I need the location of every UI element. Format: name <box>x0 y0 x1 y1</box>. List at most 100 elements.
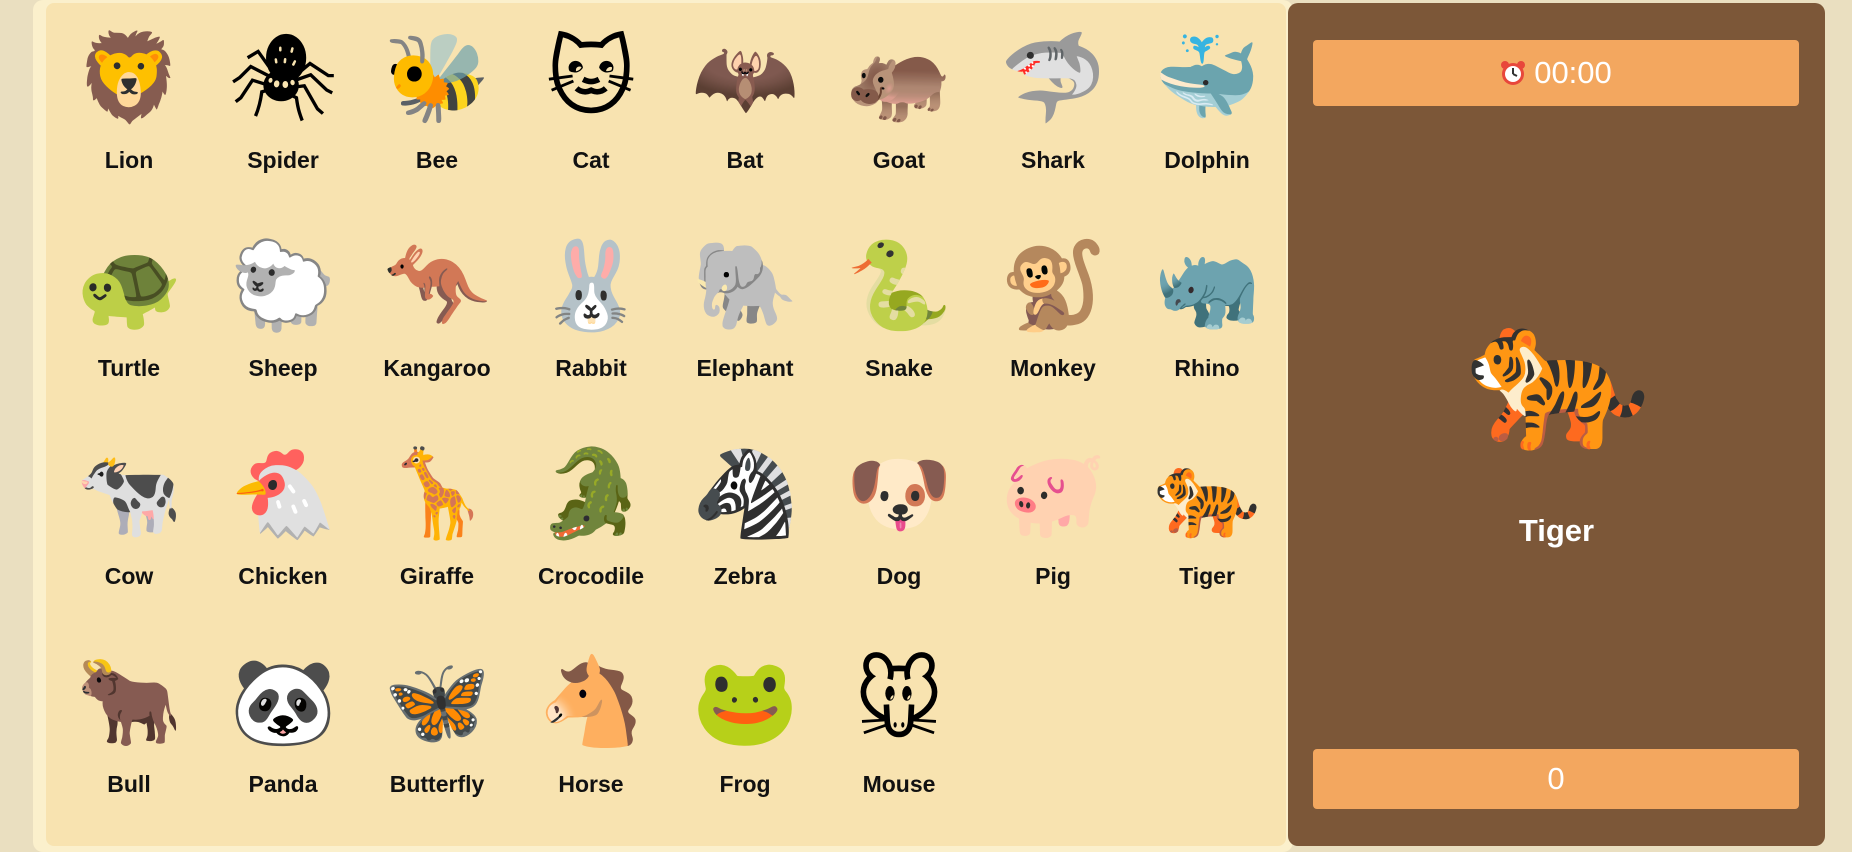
spider-icon: 🕷 <box>228 28 338 128</box>
animal-card-bat[interactable]: 🦇 Bat <box>670 5 820 195</box>
animal-card-shark[interactable]: 🦈 Shark <box>978 5 1128 195</box>
animal-label: Zebra <box>713 563 777 589</box>
animal-label: Turtle <box>97 355 161 381</box>
animal-card-tiger[interactable]: 🐅 Tiger <box>1132 421 1282 611</box>
animal-image: 🐑 <box>228 231 338 341</box>
animal-card-sheep[interactable]: 🐑 Sheep <box>208 213 358 403</box>
animal-label: Rabbit <box>555 355 627 381</box>
animal-card-crocodile[interactable]: 🐊 Crocodile <box>516 421 666 611</box>
animal-label: Butterfly <box>389 771 485 797</box>
animal-card-monkey[interactable]: 🐒 Monkey <box>978 213 1128 403</box>
animal-card-bull[interactable]: 🐂 Bull <box>54 629 204 819</box>
animal-image: 🐔 <box>228 439 338 549</box>
panda-icon: 🐼 <box>229 652 337 752</box>
animal-label: Horse <box>558 771 624 797</box>
animal-card-panda[interactable]: 🐼 Panda <box>208 629 358 819</box>
animal-card-lion[interactable]: 🦁 Lion <box>54 5 204 195</box>
animal-image: 🐶 <box>844 439 954 549</box>
animal-card-snake[interactable]: 🐍 Snake <box>824 213 974 403</box>
dog-icon: 🐶 <box>845 444 953 544</box>
animal-label: Cow <box>104 563 154 589</box>
animal-card-cow[interactable]: 🐄 Cow <box>54 421 204 611</box>
mouse-icon: 🐭 <box>854 652 944 752</box>
animal-card-mouse[interactable]: 🐭 Mouse <box>824 629 974 819</box>
animal-label: Snake <box>865 355 933 381</box>
side-panel: 00:00 🐅 Tiger 0 <box>1288 3 1825 846</box>
animal-label: Dog <box>876 563 922 589</box>
animal-image: 🦇 <box>690 23 800 133</box>
animal-image: 🐂 <box>74 647 184 757</box>
animal-label: Panda <box>248 771 318 797</box>
animal-card-zebra[interactable]: 🦓 Zebra <box>670 421 820 611</box>
animal-card-cat[interactable]: 🐱 Cat <box>516 5 666 195</box>
animal-card-frog[interactable]: 🐸 Frog <box>670 629 820 819</box>
animal-image: 🐅 <box>1152 439 1262 549</box>
animal-card-rabbit[interactable]: 🐰 Rabbit <box>516 213 666 403</box>
animal-card-bee[interactable]: 🐝 Bee <box>362 5 512 195</box>
animal-label: Monkey <box>1010 355 1096 381</box>
animal-card-chicken[interactable]: 🐔 Chicken <box>208 421 358 611</box>
kangaroo-icon: 🦘 <box>383 236 491 336</box>
animal-card-goat[interactable]: 🦛 Goat <box>824 5 974 195</box>
animal-label: Crocodile <box>537 563 645 589</box>
bat-icon: 🦇 <box>691 28 799 128</box>
animal-image: 🦁 <box>74 23 184 133</box>
pig-icon: 🐖 <box>999 444 1107 544</box>
animal-label: Lion <box>104 147 154 173</box>
shark-icon: 🦈 <box>999 28 1107 128</box>
animal-label: Bat <box>726 147 764 173</box>
rabbit-icon: 🐰 <box>537 236 645 336</box>
animal-card-giraffe[interactable]: 🦒 Giraffe <box>362 421 512 611</box>
chicken-icon: 🐔 <box>229 444 337 544</box>
animal-card-turtle[interactable]: 🐢 Turtle <box>54 213 204 403</box>
animal-card-dolphin[interactable]: 🐳 Dolphin <box>1132 5 1282 195</box>
cow-icon: 🐄 <box>75 444 183 544</box>
bee-icon: 🐝 <box>383 28 491 128</box>
animal-card-horse[interactable]: 🐴 Horse <box>516 629 666 819</box>
animal-image: 🦓 <box>690 439 800 549</box>
crocodile-icon: 🐊 <box>537 444 645 544</box>
alarm-clock-icon <box>1501 61 1526 85</box>
sheep-icon: 🐑 <box>229 236 337 336</box>
animal-label: Tiger <box>1179 563 1235 589</box>
animal-grid: 🦁 Lion 🕷 Spider 🐝 Bee 🐱 Cat 🦇 Bat 🦛 Goat 🦈 Shark 🐳 Dolp… <box>46 3 1286 846</box>
animal-label: Spider <box>247 147 319 173</box>
animal-image: 🐭 <box>844 647 954 757</box>
horse-icon: 🐴 <box>537 652 645 752</box>
elephant-icon: 🐘 <box>691 236 799 336</box>
animal-label: Shark <box>1021 147 1085 173</box>
tiger-icon: 🐅 <box>1153 444 1261 544</box>
timer-text: 00:00 <box>1534 55 1612 90</box>
animal-label: Giraffe <box>399 563 475 589</box>
zebra-icon: 🦓 <box>691 444 799 544</box>
dolphin-icon: 🐳 <box>1153 28 1261 128</box>
bull-icon: 🐂 <box>75 652 183 752</box>
animal-image: 🐼 <box>228 647 338 757</box>
animal-card-spider[interactable]: 🕷 Spider <box>208 5 358 195</box>
tiger-icon: 🐅 <box>1464 286 1652 460</box>
animal-card-kangaroo[interactable]: 🦘 Kangaroo <box>362 213 512 403</box>
animal-card-rhino[interactable]: 🦏 Rhino <box>1132 213 1282 403</box>
animal-label: Goat <box>872 147 926 173</box>
animal-label: Pig <box>1035 563 1071 589</box>
animal-label: Elephant <box>696 355 794 381</box>
animal-card-pig[interactable]: 🐖 Pig <box>978 421 1128 611</box>
animal-label: Mouse <box>862 771 936 797</box>
score-value: 0 <box>1547 761 1565 796</box>
animal-image: 🐄 <box>74 439 184 549</box>
animal-card-dog[interactable]: 🐶 Dog <box>824 421 974 611</box>
animal-image: 🕷 <box>228 23 338 133</box>
animal-label: Bee <box>415 147 459 173</box>
animal-image: 🐊 <box>536 439 646 549</box>
animal-image: 🐒 <box>998 231 1108 341</box>
giraffe-icon: 🦒 <box>383 444 491 544</box>
rhino-icon: 🦏 <box>1153 236 1261 336</box>
turtle-icon: 🐢 <box>75 236 183 336</box>
animal-card-butterfly[interactable]: 🦋 Butterfly <box>362 629 512 819</box>
animal-card-elephant[interactable]: 🐘 Elephant <box>670 213 820 403</box>
animal-label: Cat <box>572 147 610 173</box>
animal-image: 🐱 <box>536 23 646 133</box>
lion-icon: 🦁 <box>75 28 183 128</box>
animal-image: 🐖 <box>998 439 1108 549</box>
animal-image: 🐳 <box>1152 23 1262 133</box>
